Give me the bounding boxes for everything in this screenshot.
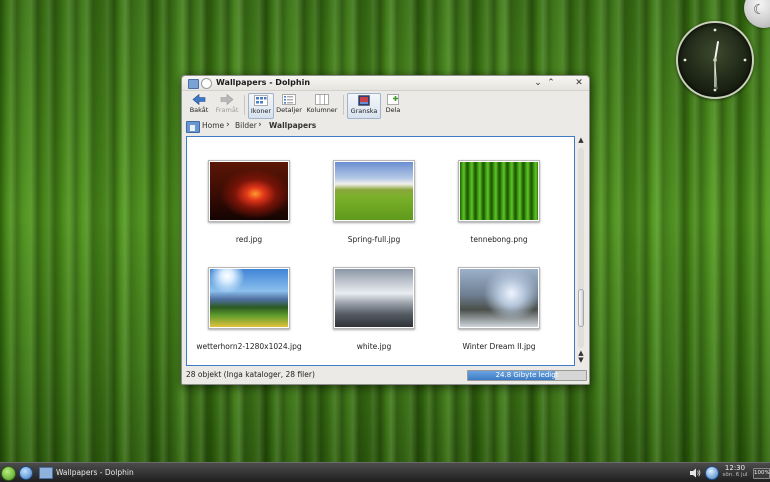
toolbar-separator bbox=[343, 95, 344, 115]
preview-label: Granska bbox=[350, 107, 378, 115]
file-thumbnail[interactable] bbox=[208, 160, 290, 222]
snowy-mountains-thumbnail bbox=[335, 269, 413, 327]
free-space-bar: 24.8 Gibyte ledigt bbox=[467, 370, 587, 381]
icons-view-icon bbox=[254, 95, 268, 106]
taskbar-task-label: Wallpapers - Dolphin bbox=[56, 468, 134, 477]
toolbar-separator bbox=[244, 95, 245, 115]
home-folder-icon[interactable] bbox=[186, 121, 200, 133]
file-thumbnail[interactable] bbox=[333, 160, 415, 222]
dolphin-task-icon bbox=[39, 467, 53, 479]
window-title: Wallpapers - Dolphin bbox=[216, 78, 311, 87]
maximize-button[interactable]: ⌃ bbox=[545, 77, 557, 89]
file-name: Winter Dream II.jpg bbox=[462, 342, 536, 351]
icons-label: Ikoner bbox=[250, 107, 272, 115]
analog-clock-widget bbox=[676, 21, 754, 99]
file-item[interactable]: white.jpg bbox=[319, 267, 429, 351]
speaker-icon[interactable] bbox=[689, 468, 701, 478]
file-name: white.jpg bbox=[356, 342, 392, 351]
winter-trees-thumbnail bbox=[460, 269, 538, 327]
dolphin-app-icon bbox=[188, 79, 199, 89]
vertical-scrollbar[interactable]: ▲ ▲ ▼ bbox=[577, 136, 585, 364]
file-name: wetterhorn2-1280x1024.jpg bbox=[196, 342, 302, 351]
show-desktop-icon[interactable] bbox=[19, 466, 33, 480]
scroll-down-arrow-icon[interactable]: ▼ bbox=[577, 356, 585, 364]
minimize-button[interactable]: ⌄ bbox=[532, 77, 544, 89]
icons-view-button[interactable]: Ikoner bbox=[248, 93, 274, 119]
file-thumbnail[interactable] bbox=[333, 267, 415, 329]
back-button[interactable]: Bakåt bbox=[186, 93, 212, 117]
breadcrumb-item-wallpapers[interactable]: Wallpapers bbox=[269, 121, 316, 130]
forward-button[interactable]: Framåt bbox=[214, 93, 240, 117]
status-text: 28 objekt (Inga kataloger, 28 filer) bbox=[186, 370, 315, 379]
back-label: Bakåt bbox=[189, 106, 209, 114]
file-name: tennebong.png bbox=[470, 235, 528, 244]
breadcrumb-item-home[interactable]: Home bbox=[202, 121, 224, 130]
free-space-label: 24.8 Gibyte ledigt bbox=[495, 371, 559, 379]
window-menu-icon[interactable] bbox=[201, 78, 212, 89]
split-view-icon bbox=[387, 94, 399, 105]
dolphin-window: Wallpapers - Dolphin ⌄ ⌃ ✕ Bakåt Framåt … bbox=[181, 75, 590, 385]
window-titlebar[interactable]: Wallpapers - Dolphin ⌄ ⌃ ✕ bbox=[182, 76, 589, 91]
file-item[interactable]: wetterhorn2-1280x1024.jpg bbox=[194, 267, 304, 351]
clock-face-icon bbox=[683, 28, 747, 92]
details-view-icon bbox=[282, 94, 296, 105]
breadcrumb: Home › Bilder › Wallpapers bbox=[182, 118, 589, 134]
battery-icon[interactable]: 100% bbox=[753, 468, 770, 479]
close-button[interactable]: ✕ bbox=[573, 77, 585, 89]
file-item[interactable]: Spring-full.jpg bbox=[319, 160, 429, 244]
file-name: Spring-full.jpg bbox=[347, 235, 401, 244]
kde-launcher-icon[interactable] bbox=[1, 466, 16, 481]
green-stripes-thumbnail bbox=[460, 162, 538, 220]
file-name: red.jpg bbox=[235, 235, 263, 244]
network-manager-icon[interactable] bbox=[705, 466, 719, 480]
columns-label: Kolumner bbox=[306, 106, 338, 114]
red-volcano-thumbnail bbox=[210, 162, 288, 220]
file-item[interactable]: red.jpg bbox=[194, 160, 304, 244]
scrollbar-handle[interactable] bbox=[578, 289, 584, 327]
taskbar: Wallpapers - Dolphin 12:30 sön. 6 jul 10… bbox=[0, 462, 770, 482]
arrow-left-icon bbox=[192, 94, 206, 105]
file-thumbnail[interactable] bbox=[458, 160, 540, 222]
preview-icon bbox=[358, 95, 370, 106]
forward-label: Framåt bbox=[215, 106, 239, 114]
clock-date[interactable]: sön. 6 jul bbox=[718, 472, 752, 479]
file-thumbnail[interactable] bbox=[208, 267, 290, 329]
taskbar-task-dolphin[interactable]: Wallpapers - Dolphin bbox=[36, 465, 156, 480]
split-label: Dela bbox=[385, 106, 401, 114]
file-item[interactable]: tennebong.png bbox=[444, 160, 554, 244]
file-thumbnail[interactable] bbox=[458, 267, 540, 329]
scroll-up-arrow-icon[interactable]: ▲ bbox=[577, 136, 585, 144]
file-item[interactable]: Winter Dream II.jpg bbox=[444, 267, 554, 351]
chevron-right-icon: › bbox=[258, 120, 262, 130]
arrow-right-icon bbox=[220, 94, 234, 105]
preview-toggle-button[interactable]: Granska bbox=[347, 93, 381, 119]
details-label: Detaljer bbox=[276, 106, 302, 114]
clock-time[interactable]: 12:30 bbox=[721, 464, 749, 472]
split-view-button[interactable]: Dela bbox=[382, 93, 404, 117]
columns-view-icon bbox=[315, 94, 329, 105]
mountain-meadow-thumbnail bbox=[210, 269, 288, 327]
spring-meadow-thumbnail bbox=[335, 162, 413, 220]
status-bar: 28 objekt (Inga kataloger, 28 filer) 24.… bbox=[182, 367, 589, 383]
details-view-button[interactable]: Detaljer bbox=[276, 93, 302, 117]
chevron-right-icon: › bbox=[226, 120, 230, 130]
main-toolbar: Bakåt Framåt Ikoner Detaljer Kolumner Gr… bbox=[182, 91, 589, 119]
file-view[interactable]: red.jpg Spring-full.jpg tennebong.png we… bbox=[186, 136, 575, 366]
breadcrumb-item-bilder[interactable]: Bilder bbox=[235, 121, 257, 130]
columns-view-button[interactable]: Kolumner bbox=[305, 93, 339, 117]
